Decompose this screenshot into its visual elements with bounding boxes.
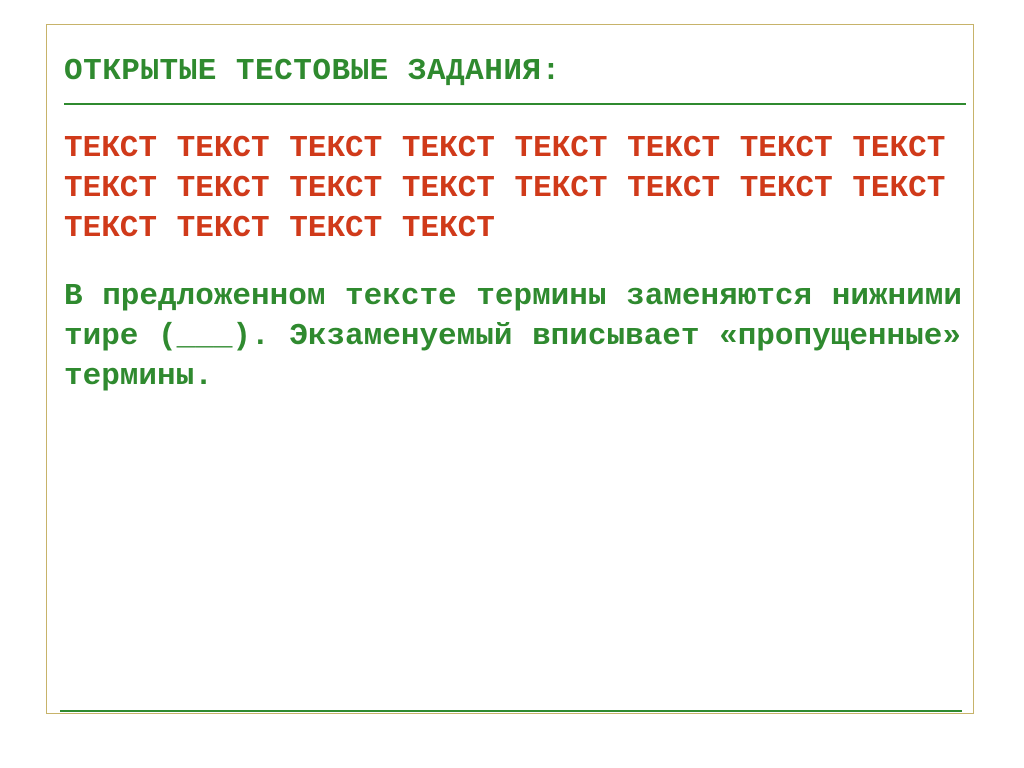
sample-text-block: ТЕКСТ ТЕКСТ ТЕКСТ ТЕКСТ ТЕКСТ ТЕКСТ ТЕКС… <box>64 129 966 249</box>
instruction-text: В предложенном тексте термины заменяются… <box>64 277 966 397</box>
heading-underline <box>64 103 966 105</box>
footer-rule <box>60 710 962 712</box>
slide-body: ТЕКСТ ТЕКСТ ТЕКСТ ТЕКСТ ТЕКСТ ТЕКСТ ТЕКС… <box>64 129 966 397</box>
slide-heading: ОТКРЫТЫЕ ТЕСТОВЫЕ ЗАДАНИЯ: <box>64 54 974 89</box>
slide: ОТКРЫТЫЕ ТЕСТОВЫЕ ЗАДАНИЯ: ТЕКСТ ТЕКСТ Т… <box>0 0 1024 768</box>
